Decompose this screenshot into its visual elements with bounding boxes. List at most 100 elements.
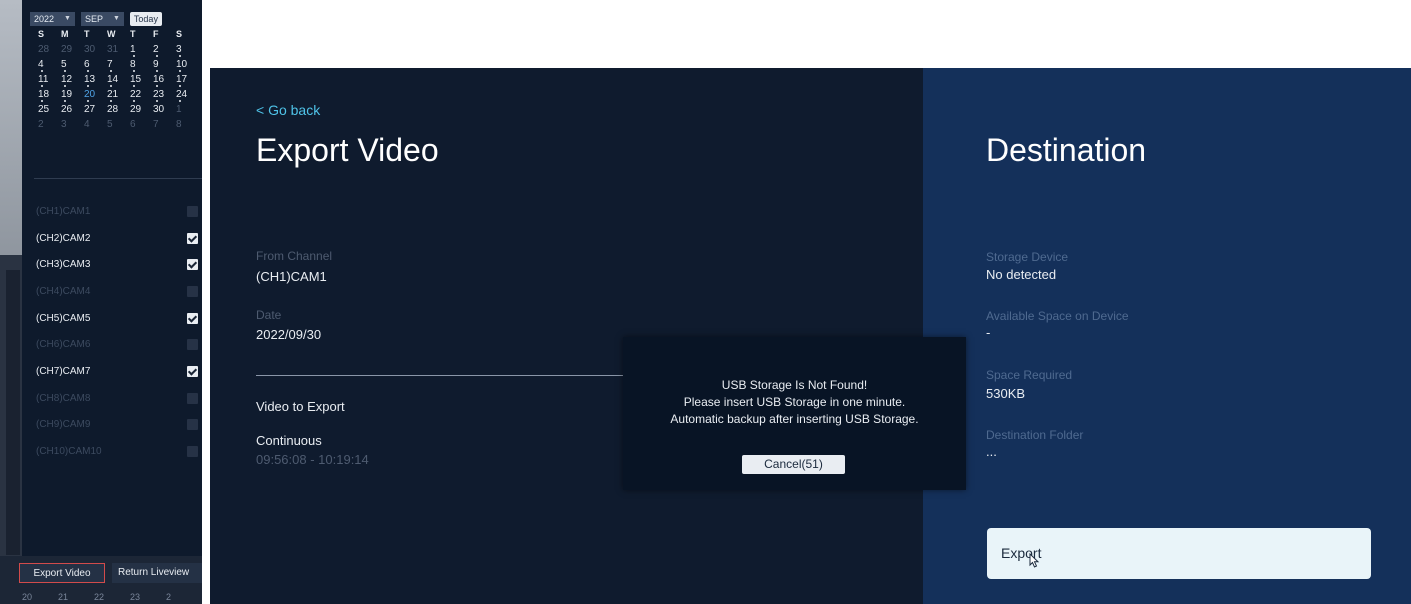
calendar-day[interactable]: 5 [107,118,130,133]
calendar-day[interactable]: 19 [61,88,84,103]
mouse-cursor-icon [1029,553,1040,568]
channel-checkbox[interactable] [187,232,198,244]
divider [256,375,624,376]
channel-row[interactable]: (CH1)CAM1 [36,198,202,225]
weekday-header: SMTWTFS [38,28,202,43]
calendar-week: 11 12 13 14 15 16 17 [38,73,202,88]
channel-row[interactable]: (CH5)CAM5 [36,305,202,332]
calendar-day[interactable]: 1 [176,103,199,118]
calendar-day[interactable]: 31 [107,43,130,58]
calendar-day[interactable]: 23 [153,88,176,103]
cancel-button[interactable]: Cancel(51) [742,455,845,474]
channel-checkbox[interactable] [187,365,198,377]
today-button[interactable]: Today [129,12,162,26]
calendar-day[interactable]: 17 [176,73,199,88]
timeline-tick-label: 20 [22,592,33,602]
timeline-ruler[interactable]: 20 21 22 23 2 [22,592,202,602]
calendar-day[interactable]: 15 [130,73,153,88]
calendar-day[interactable]: 18 [38,88,61,103]
calendar-day[interactable]: 27 [84,103,107,118]
calendar-day[interactable]: 14 [107,73,130,88]
calendar-day[interactable]: 4 [38,58,61,73]
channel-row[interactable]: (CH6)CAM6 [36,331,202,358]
weekday-label: F [153,29,159,39]
channel-row[interactable]: (CH10)CAM10 [36,438,202,465]
dialog-message-line: Please insert USB Storage in one minute. [683,395,906,409]
calendar-day[interactable]: 16 [153,73,176,88]
channel-label: (CH8)CAM8 [36,392,91,404]
channel-checkbox[interactable] [187,285,198,297]
channel-row[interactable]: (CH4)CAM4 [36,278,202,305]
channel-list: (CH1)CAM1 (CH2)CAM2 (CH3)CAM3 (CH4)CAM4 (CH5… [36,198,202,465]
calendar-day[interactable]: 1 [130,43,153,58]
channel-row[interactable]: (CH2)CAM2 [36,225,202,252]
channel-label: (CH7)CAM7 [36,365,91,377]
calendar-day[interactable]: 26 [61,103,84,118]
calendar-day[interactable]: 2 [153,43,176,58]
channel-label: (CH1)CAM1 [36,205,91,217]
channel-checkbox[interactable] [187,259,198,271]
calendar-day[interactable]: 7 [107,58,130,73]
calendar-day[interactable]: 25 [38,103,61,118]
calendar-day[interactable]: 28 [38,43,61,58]
calendar-day[interactable]: 6 [130,118,153,133]
dialog-message-line: Automatic backup after inserting USB Sto… [670,412,919,426]
calendar-day[interactable]: 11 [38,73,61,88]
calendar-day[interactable]: 3 [176,43,199,58]
channel-checkbox[interactable] [187,419,198,431]
calendar-day[interactable]: 10 [176,58,199,73]
export-panel: < Go back Export Video From Channel (CH1… [210,68,923,604]
return-liveview-button[interactable]: Return Liveview [112,563,202,583]
calendar-day[interactable]: 24 [176,88,199,103]
time-range-value: 09:56:08 - 10:19:14 [256,452,369,467]
calendar-day[interactable]: 8 [130,58,153,73]
calendar-day[interactable]: 5 [61,58,84,73]
channel-label: (CH2)CAM2 [36,232,91,244]
channel-row[interactable]: (CH8)CAM8 [36,385,202,412]
month-value: SEP [84,14,103,24]
export-video-button[interactable]: Export Video [19,563,105,583]
divider [34,178,202,179]
calendar-day[interactable]: 7 [153,118,176,133]
timeline-tick-label: 22 [94,592,105,602]
channel-checkbox[interactable] [187,205,198,217]
calendar-week: 4 5 6 7 8 9 10 [38,58,202,73]
calendar-day[interactable]: 4 [84,118,107,133]
storage-device-value: No detected [986,267,1057,282]
year-select[interactable]: 2022 ▼ [30,12,75,26]
channel-label: (CH10)CAM10 [36,446,102,458]
calendar-day[interactable]: 8 [176,118,199,133]
calendar-day[interactable]: 12 [61,73,84,88]
channel-row[interactable]: (CH7)CAM7 [36,358,202,385]
export-button[interactable]: Export [987,528,1371,579]
channel-checkbox[interactable] [187,312,198,324]
calendar-day[interactable]: 29 [130,103,153,118]
calendar-day[interactable]: 22 [130,88,153,103]
channel-row[interactable]: (CH3)CAM3 [36,251,202,278]
calendar-day[interactable]: 9 [153,58,176,73]
channel-checkbox[interactable] [187,339,198,351]
date-value: 2022/09/30 [256,327,322,342]
calendar-day[interactable]: 21 [107,88,130,103]
calendar-day[interactable]: 20 [84,88,107,103]
calendar-week: 28 29 30 31 1 2 3 [38,43,202,58]
calendar-day[interactable]: 3 [61,118,84,133]
destination-title: Destination [986,132,1147,168]
calendar-day[interactable]: 29 [61,43,84,58]
channel-label: (CH3)CAM3 [36,259,91,271]
from-channel-value: (CH1)CAM1 [256,269,327,284]
go-back-link[interactable]: < Go back [256,102,320,118]
calendar-day[interactable]: 28 [107,103,130,118]
channel-row[interactable]: (CH9)CAM9 [36,412,202,439]
calendar-day[interactable]: 13 [84,73,107,88]
channel-checkbox[interactable] [187,446,198,458]
calendar-day[interactable]: 6 [84,58,107,73]
weekday-label: W [107,29,116,39]
calendar-day[interactable]: 30 [153,103,176,118]
timeline-tick-label: 21 [58,592,69,602]
channel-checkbox[interactable] [187,392,198,404]
calendar-day[interactable]: 30 [84,43,107,58]
calendar-day[interactable]: 2 [38,118,61,133]
month-select[interactable]: SEP ▼ [80,12,124,26]
dialog-message-line: USB Storage Is Not Found! [721,378,868,392]
